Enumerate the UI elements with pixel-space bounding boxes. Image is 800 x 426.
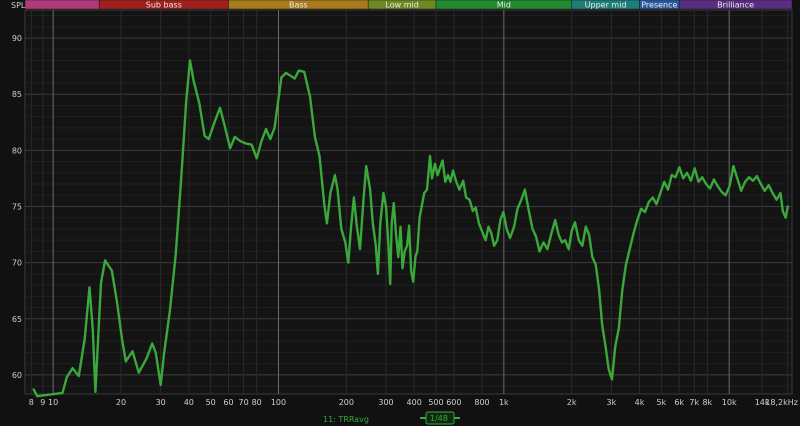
y-axis-label: SPL bbox=[11, 1, 26, 10]
y-tick-label: 70 bbox=[12, 259, 22, 268]
x-tick-label: 400 bbox=[407, 398, 422, 407]
x-tick-label: 200 bbox=[339, 398, 354, 407]
legend-series-label[interactable]: 11: TRRavg bbox=[323, 415, 369, 424]
x-tick-label: 5k bbox=[656, 398, 666, 407]
band-label-1: Sub bass bbox=[146, 1, 182, 10]
band-0 bbox=[24, 0, 100, 10]
plot-area bbox=[24, 9, 793, 395]
y-tick-label: 90 bbox=[12, 34, 22, 43]
frequency-response-chart: Sub bass Bass Low mid Mid Upper mid Presence B… bbox=[0, 0, 800, 426]
x-tick-label: 600 bbox=[446, 398, 461, 407]
x-tick-label: 18,2kHz bbox=[765, 398, 798, 407]
x-tick-label: 2k bbox=[567, 398, 577, 407]
x-tick-label: 10k bbox=[722, 398, 737, 407]
y-tick-label: 60 bbox=[12, 371, 22, 380]
x-tick-label: 40 bbox=[184, 398, 194, 407]
band-label-4: Mid bbox=[497, 1, 511, 10]
x-tick-label: 20 bbox=[116, 398, 126, 407]
x-tick-label: 80 bbox=[252, 398, 262, 407]
x-tick-label: 6k bbox=[674, 398, 684, 407]
x-tick-label: 8 bbox=[29, 398, 34, 407]
y-tick-label: 85 bbox=[12, 90, 22, 99]
x-tick-label: 1k bbox=[499, 398, 509, 407]
x-tick-label: 7k bbox=[689, 398, 699, 407]
chart-container: Sub bass Bass Low mid Mid Upper mid Presence B… bbox=[0, 0, 800, 426]
y-tick-label: 80 bbox=[12, 146, 22, 155]
x-tick-label: 70 bbox=[238, 398, 248, 407]
x-tick-label: 50 bbox=[206, 398, 216, 407]
x-tick-label: 60 bbox=[223, 398, 233, 407]
x-tick-label: 300 bbox=[378, 398, 393, 407]
x-tick-label: 9 bbox=[40, 398, 45, 407]
band-label-3: Low mid bbox=[385, 1, 418, 10]
x-tick-label: 10 bbox=[48, 398, 58, 407]
band-label-5: Upper mid bbox=[585, 1, 627, 10]
x-tick-label: 800 bbox=[474, 398, 489, 407]
x-tick-label: 3k bbox=[606, 398, 616, 407]
band-label-2: Bass bbox=[289, 1, 308, 10]
x-tick-label: 30 bbox=[156, 398, 166, 407]
y-tick-label: 65 bbox=[12, 315, 22, 324]
frequency-bands: Sub bass Bass Low mid Mid Upper mid Presence B… bbox=[24, 0, 793, 10]
x-tick-label: 4k bbox=[635, 398, 645, 407]
band-label-7: Brilliance bbox=[717, 1, 754, 10]
band-label-6: Presence bbox=[641, 1, 677, 10]
x-tick-label: 500 bbox=[428, 398, 443, 407]
y-tick-label: 75 bbox=[12, 202, 22, 211]
x-tick-label: 8k bbox=[702, 398, 712, 407]
smoothing-badge[interactable]: 1/48 bbox=[420, 411, 460, 425]
x-tick-label: 100 bbox=[271, 398, 286, 407]
smoothing-label: 1/48 bbox=[430, 414, 448, 423]
